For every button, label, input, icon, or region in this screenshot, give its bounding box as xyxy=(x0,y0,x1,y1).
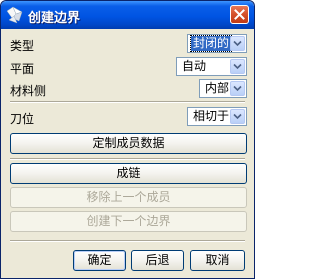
dialog-title: 创建边界 xyxy=(28,11,81,26)
create-next-boundary-button[interactable]: 创建下一个边界 xyxy=(10,211,247,232)
title-bar[interactable]: 创建边界 xyxy=(1,1,254,29)
chevron-down-icon xyxy=(233,85,242,92)
type-select[interactable]: 封闭的 xyxy=(187,34,247,53)
close-button[interactable] xyxy=(230,5,249,24)
nx-app-icon xyxy=(6,6,24,24)
chevron-down-icon xyxy=(233,113,242,120)
tool-position-value: 相切于 xyxy=(193,109,230,123)
plane-select[interactable]: 自动 xyxy=(176,57,247,76)
material-side-value: 内部 xyxy=(205,81,230,95)
dialog-body: 类型 封闭的 平面 自动 材料侧 内部 刀位 相切于 定制成员数据 成链 移除上… xyxy=(4,29,251,276)
separator xyxy=(10,158,245,160)
chevron-down-icon xyxy=(233,40,242,47)
create-boundary-dialog: 创建边界 类型 封闭的 平面 自动 材料侧 内部 刀位 相切于 定制成员数据 成… xyxy=(0,0,255,279)
material-side-select[interactable]: 内部 xyxy=(199,79,247,98)
material-side-label: 材料侧 xyxy=(10,84,47,98)
chain-button[interactable]: 成链 xyxy=(10,163,247,184)
close-icon xyxy=(234,9,245,20)
material-side-dropdown-button[interactable] xyxy=(230,81,245,96)
plane-dropdown-button[interactable] xyxy=(230,59,245,74)
back-button[interactable]: 后退 xyxy=(131,250,184,271)
plane-value: 自动 xyxy=(182,59,207,73)
tool-position-label: 刀位 xyxy=(10,112,35,126)
separator xyxy=(10,240,245,242)
cancel-button[interactable]: 取消 xyxy=(190,250,245,271)
chevron-down-icon xyxy=(233,63,242,70)
remove-previous-member-button[interactable]: 移除上一个成员 xyxy=(10,187,247,208)
ok-button[interactable]: 确定 xyxy=(73,250,126,271)
type-dropdown-button[interactable] xyxy=(230,36,245,51)
separator xyxy=(10,101,245,103)
tool-position-dropdown-button[interactable] xyxy=(230,109,245,124)
tool-position-select[interactable]: 相切于 xyxy=(187,107,247,126)
custom-member-data-button[interactable]: 定制成员数据 xyxy=(10,133,247,154)
type-label: 类型 xyxy=(10,39,35,53)
type-value: 封闭的 xyxy=(189,35,233,52)
plane-label: 平面 xyxy=(10,62,35,76)
